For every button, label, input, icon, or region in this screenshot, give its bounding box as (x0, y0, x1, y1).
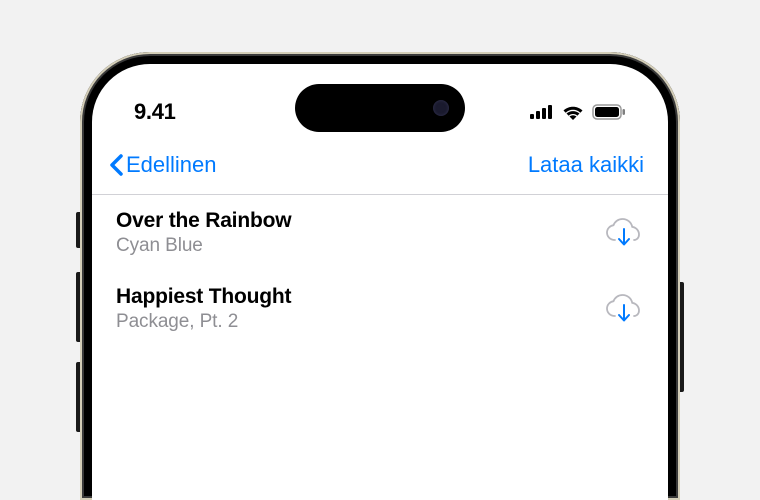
list-item[interactable]: Happiest Thought Package, Pt. 2 (92, 271, 668, 347)
song-list: Over the Rainbow Cyan Blue Happiest Thou… (92, 195, 668, 347)
power-button (680, 282, 684, 392)
phone-frame: 9.41 (80, 52, 680, 500)
item-title: Over the Rainbow (116, 209, 291, 233)
battery-icon (592, 104, 626, 120)
status-time: 9.41 (134, 99, 176, 125)
item-text: Happiest Thought Package, Pt. 2 (116, 285, 291, 333)
back-button[interactable]: Edellinen (108, 152, 217, 178)
wifi-icon (562, 104, 584, 120)
cellular-icon (530, 105, 554, 119)
download-button[interactable] (604, 292, 644, 326)
item-subtitle: Package, Pt. 2 (116, 311, 291, 333)
item-text: Over the Rainbow Cyan Blue (116, 209, 291, 257)
item-subtitle: Cyan Blue (116, 235, 291, 257)
item-title: Happiest Thought (116, 285, 291, 309)
volume-up-button (76, 272, 80, 342)
chevron-left-icon (108, 153, 124, 177)
mute-switch (76, 212, 80, 248)
volume-down-button (76, 362, 80, 432)
cloud-download-icon (605, 218, 643, 248)
back-label: Edellinen (126, 152, 217, 178)
screen: 9.41 (92, 64, 668, 500)
cloud-download-icon (605, 294, 643, 324)
nav-bar: Edellinen Lataa kaikki (92, 134, 668, 195)
status-icons (530, 104, 626, 120)
download-all-button[interactable]: Lataa kaikki (528, 152, 644, 178)
download-button[interactable] (604, 216, 644, 250)
list-item[interactable]: Over the Rainbow Cyan Blue (92, 195, 668, 271)
dynamic-island (295, 84, 465, 132)
